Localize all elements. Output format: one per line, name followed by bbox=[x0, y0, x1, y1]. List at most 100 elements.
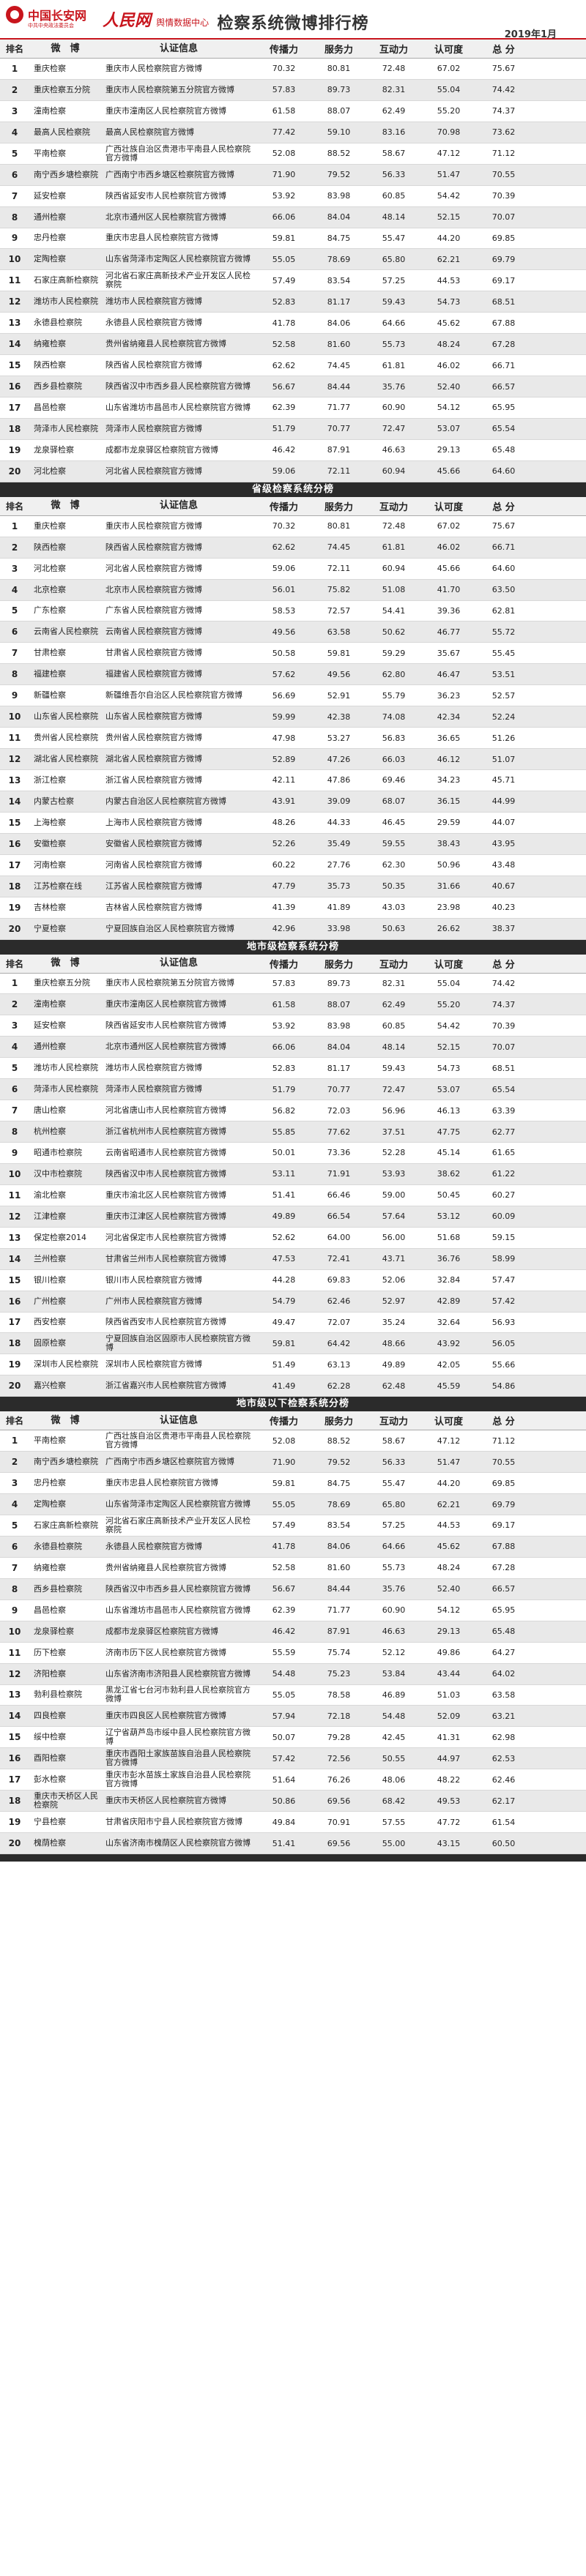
column-header-service: 服务力 bbox=[324, 959, 353, 971]
cell-recognition: 43.44 bbox=[437, 1669, 461, 1679]
cell-rank: 17 bbox=[8, 1317, 21, 1328]
cell-total: 67.88 bbox=[492, 318, 516, 328]
cell-interaction: 62.49 bbox=[382, 106, 406, 116]
table-row: 13 勃利县检察院 黑龙江省七台河市勃利县人民检察院官方微博 55.05 78.58 46… bbox=[0, 1685, 586, 1706]
cell-rank: 6 bbox=[11, 1084, 18, 1095]
cell-total: 70.07 bbox=[492, 212, 516, 223]
cell-rank: 7 bbox=[11, 1105, 18, 1116]
cell-certification: 潍坊市人民检察院官方微博 bbox=[105, 296, 202, 307]
cell-recognition: 48.24 bbox=[437, 339, 461, 349]
cell-rank: 17 bbox=[8, 859, 21, 870]
cell-reach: 71.90 bbox=[272, 1457, 296, 1467]
cell-total: 60.09 bbox=[492, 1212, 516, 1222]
cell-recognition: 45.66 bbox=[437, 466, 461, 477]
cell-reach: 52.26 bbox=[272, 839, 296, 849]
table-row: 7 延安检察 陕西省延安市人民检察院官方微博 53.92 83.98 60.85 54.42… bbox=[0, 186, 586, 207]
table-row: 15 银川检察 银川市人民检察院官方微博 44.28 69.83 52.06 32.84 57… bbox=[0, 1270, 586, 1291]
cell-weibo-name: 宁县检察 bbox=[34, 1817, 66, 1827]
cell-interaction: 68.07 bbox=[382, 796, 406, 807]
cell-reach: 57.49 bbox=[272, 1520, 296, 1531]
cell-interaction: 68.42 bbox=[382, 1796, 406, 1806]
cell-interaction: 55.47 bbox=[382, 1478, 406, 1488]
cell-total: 62.53 bbox=[492, 1753, 516, 1763]
cell-interaction: 48.06 bbox=[382, 1774, 406, 1785]
cell-recognition: 38.43 bbox=[437, 839, 461, 849]
cell-service: 84.75 bbox=[327, 1478, 351, 1488]
cell-service: 89.73 bbox=[327, 978, 351, 988]
cell-service: 35.49 bbox=[327, 839, 351, 849]
cell-reach: 50.86 bbox=[272, 1796, 296, 1806]
cell-reach: 51.41 bbox=[272, 1838, 296, 1848]
table-row: 15 陕西检察 陕西省人民检察院官方微博 62.62 74.45 61.81 46.02 66… bbox=[0, 355, 586, 377]
cell-total: 74.42 bbox=[492, 978, 516, 988]
cell-weibo-name: 甘肃检察 bbox=[34, 648, 66, 658]
column-header-recognition: 认可度 bbox=[434, 1416, 463, 1428]
cell-total: 69.85 bbox=[492, 1478, 516, 1488]
cell-certification: 济南市历下区人民检察院官方微博 bbox=[105, 1647, 226, 1657]
cell-rank: 4 bbox=[11, 584, 18, 595]
ranking-section-1: 省级检察系统分榜 排名 微 博 认证信息 传播力 服务力 互动力 认可度 总 分 1 重庆检察 重庆市… bbox=[0, 482, 586, 940]
cell-rank: 9 bbox=[11, 1605, 18, 1616]
cell-service: 78.69 bbox=[327, 1499, 351, 1509]
cell-certification: 重庆市潼南区人民检察院官方微博 bbox=[105, 999, 226, 1009]
cell-total: 57.42 bbox=[492, 1296, 516, 1307]
cell-reach: 41.39 bbox=[272, 903, 296, 913]
cell-weibo-name: 纳雍检察 bbox=[34, 339, 66, 349]
cell-total: 56.93 bbox=[492, 1317, 516, 1327]
cell-weibo-name: 深圳市人民检察院 bbox=[34, 1359, 98, 1370]
cell-service: 83.98 bbox=[327, 1020, 351, 1031]
table-row: 4 定陶检察 山东省菏泽市定陶区人民检察院官方微博 55.05 78.69 65.80 62… bbox=[0, 1494, 586, 1515]
page: 中国长安网 中共中央政法委员会 人民网 舆情数据中心 检察系统微博排行榜 201… bbox=[0, 0, 586, 2576]
table-row: 11 贵州省人民检察院 贵州省人民检察院官方微博 47.98 53.27 56.83 36.… bbox=[0, 728, 586, 750]
cell-interaction: 72.47 bbox=[382, 1084, 406, 1094]
cell-certification: 辽宁省葫芦岛市绥中县人民检察院官方微博 bbox=[105, 1728, 251, 1747]
cell-certification: 湖北省人民检察院官方微博 bbox=[105, 754, 202, 764]
cell-certification: 永德县人民检察院官方微博 bbox=[105, 1541, 202, 1551]
cell-certification: 河北省唐山市人民检察院官方微博 bbox=[105, 1105, 226, 1116]
cell-interaction: 69.46 bbox=[382, 775, 406, 785]
cell-service: 72.11 bbox=[327, 466, 351, 477]
cell-reach: 41.78 bbox=[272, 1542, 296, 1552]
cell-total: 62.81 bbox=[492, 605, 516, 616]
cell-rank: 18 bbox=[8, 1338, 21, 1349]
cell-certification: 甘肃省庆阳市宁县人民检察院官方微博 bbox=[105, 1817, 242, 1827]
column-header-service: 服务力 bbox=[324, 1416, 353, 1428]
cell-service: 42.38 bbox=[327, 712, 351, 722]
cell-rank: 18 bbox=[8, 423, 21, 434]
cell-weibo-name: 西安检察 bbox=[34, 1317, 66, 1327]
cell-weibo-name: 忠丹检察 bbox=[34, 233, 66, 243]
table-row: 6 永德县检察院 永德县人民检察院官方微博 41.78 84.06 64.66 45.62 6… bbox=[0, 1536, 586, 1558]
cell-interaction: 55.00 bbox=[382, 1838, 406, 1848]
cell-recognition: 44.20 bbox=[437, 233, 461, 243]
cell-weibo-name: 绥中检察 bbox=[34, 1732, 66, 1742]
cell-weibo-name: 昌邑检察 bbox=[34, 1605, 66, 1615]
cell-interaction: 61.81 bbox=[382, 542, 406, 553]
cell-interaction: 46.45 bbox=[382, 818, 406, 828]
cell-interaction: 59.00 bbox=[382, 1190, 406, 1201]
cell-recognition: 29.59 bbox=[437, 818, 461, 828]
cell-interaction: 50.55 bbox=[382, 1753, 406, 1763]
cell-reach: 56.69 bbox=[272, 690, 296, 701]
cell-weibo-name: 山东省人民检察院 bbox=[34, 712, 98, 722]
cell-interaction: 65.80 bbox=[382, 1499, 406, 1509]
cell-recognition: 62.21 bbox=[437, 1499, 461, 1509]
cell-service: 73.36 bbox=[327, 1148, 351, 1158]
cell-total: 68.51 bbox=[492, 296, 516, 307]
cell-weibo-name: 银川检察 bbox=[34, 1274, 66, 1285]
table-row: 7 唐山检察 河北省唐山市人民检察院官方微博 56.82 72.03 56.96 46.13… bbox=[0, 1100, 586, 1122]
cell-certification: 陕西省延安市人民检察院官方微博 bbox=[105, 190, 226, 201]
cell-reach: 52.62 bbox=[272, 1233, 296, 1243]
cell-certification: 菏泽市人民检察院官方微博 bbox=[105, 1084, 202, 1094]
cell-service: 70.77 bbox=[327, 1084, 351, 1094]
cell-interaction: 48.66 bbox=[382, 1338, 406, 1348]
table-row: 14 纳雍检察 贵州省纳雍县人民检察院官方微博 52.58 81.60 55.73 48.2… bbox=[0, 334, 586, 356]
cell-reach: 47.53 bbox=[272, 1254, 296, 1264]
cell-interaction: 42.45 bbox=[382, 1732, 406, 1742]
column-header-row: 排名 微 博 认证信息 传播力 服务力 互动力 认可度 总 分 bbox=[0, 954, 586, 974]
cell-service: 78.69 bbox=[327, 254, 351, 264]
column-header-interaction: 互动力 bbox=[379, 959, 408, 971]
cell-recognition: 52.09 bbox=[437, 1711, 461, 1721]
column-header-interaction: 互动力 bbox=[379, 45, 408, 56]
cell-interaction: 62.49 bbox=[382, 999, 406, 1009]
cell-reach: 52.89 bbox=[272, 754, 296, 764]
